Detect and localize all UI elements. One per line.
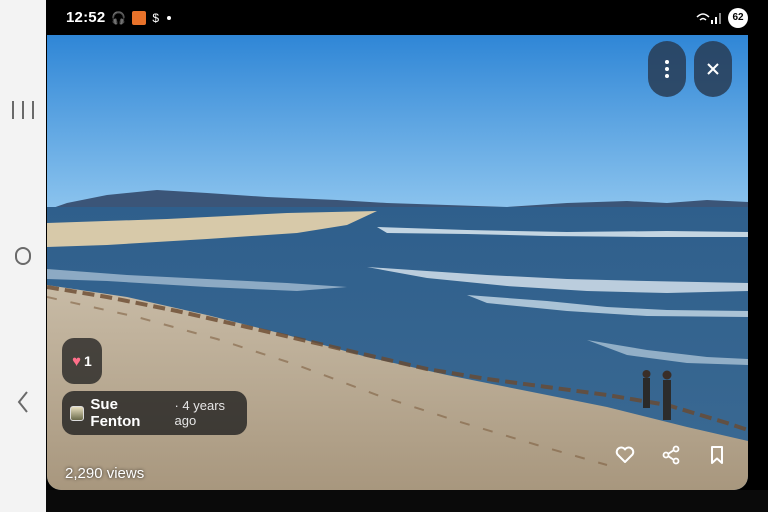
recents-button[interactable] bbox=[8, 95, 38, 125]
avatar bbox=[70, 405, 85, 421]
posted-time: · 4 years ago bbox=[174, 398, 226, 428]
like-count: 1 bbox=[84, 353, 92, 369]
status-bar: 12:52 🎧 $ 62 bbox=[46, 0, 768, 35]
home-button[interactable] bbox=[8, 241, 38, 271]
author-name: Sue Fenton bbox=[90, 396, 141, 430]
like-button[interactable] bbox=[612, 442, 638, 468]
back-icon bbox=[17, 391, 28, 413]
more-vert-icon bbox=[665, 60, 669, 78]
wifi-signal-icon bbox=[696, 12, 721, 24]
headphones-icon: 🎧 bbox=[111, 10, 127, 25]
navigation-bar bbox=[0, 0, 46, 512]
more-options-button[interactable] bbox=[648, 41, 686, 97]
close-icon bbox=[707, 63, 719, 75]
author-chip[interactable]: Sue Fenton · 4 years ago bbox=[62, 391, 247, 435]
bookmark-icon bbox=[711, 446, 723, 464]
view-count: 2,290 views bbox=[65, 465, 145, 482]
right-edge bbox=[748, 35, 768, 512]
like-count-badge[interactable]: ♥ 1 bbox=[62, 338, 102, 384]
more-notifications-icon bbox=[167, 15, 172, 20]
battery-indicator: 62 bbox=[728, 7, 748, 28]
heart-icon: ♥ bbox=[72, 352, 82, 370]
home-icon bbox=[15, 247, 31, 265]
recents-icon bbox=[12, 101, 14, 119]
status-time: 12:52 bbox=[66, 9, 106, 26]
heart-outline-icon bbox=[615, 446, 635, 463]
app-notification-icon bbox=[132, 10, 147, 25]
payment-icon: $ bbox=[152, 10, 160, 25]
bottom-strip bbox=[46, 490, 768, 512]
share-icon bbox=[662, 445, 680, 465]
close-button[interactable] bbox=[694, 41, 732, 97]
bookmark-button[interactable] bbox=[704, 442, 730, 468]
share-button[interactable] bbox=[658, 442, 684, 468]
back-button[interactable] bbox=[8, 387, 38, 417]
